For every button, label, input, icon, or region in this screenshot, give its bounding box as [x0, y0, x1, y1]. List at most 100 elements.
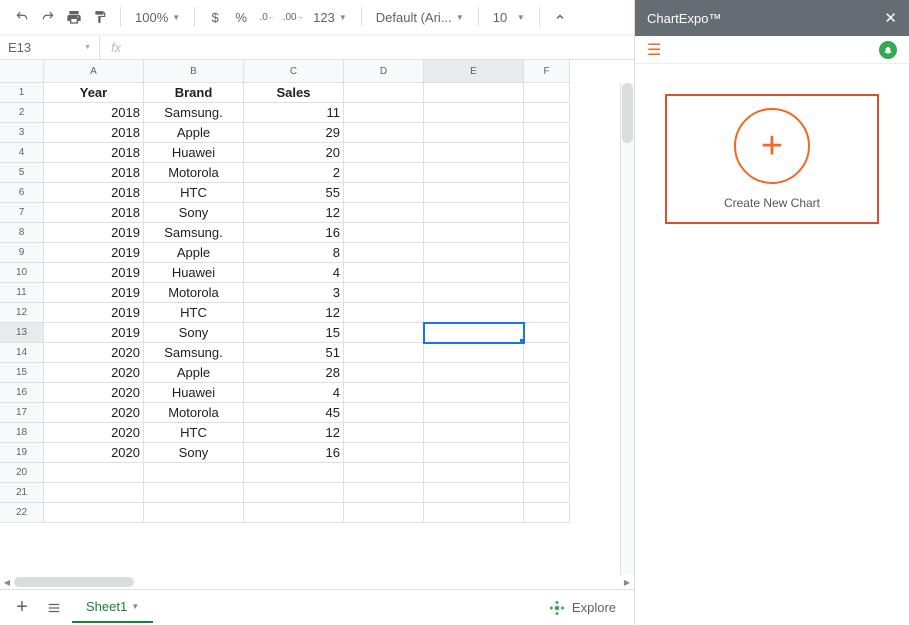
- cell-E17[interactable]: [424, 403, 524, 423]
- row-header-16[interactable]: 16: [0, 383, 44, 403]
- cell-F1[interactable]: [524, 83, 570, 103]
- cell-A4[interactable]: 2018: [44, 143, 144, 163]
- cell-C6[interactable]: 55: [244, 183, 344, 203]
- cell-A13[interactable]: 2019: [44, 323, 144, 343]
- cell-E12[interactable]: [424, 303, 524, 323]
- row-header-19[interactable]: 19: [0, 443, 44, 463]
- cell-D9[interactable]: [344, 243, 424, 263]
- cell-A19[interactable]: 2020: [44, 443, 144, 463]
- cell-A16[interactable]: 2020: [44, 383, 144, 403]
- cell-E9[interactable]: [424, 243, 524, 263]
- cell-E4[interactable]: [424, 143, 524, 163]
- cell-B5[interactable]: Motorola: [144, 163, 244, 183]
- cell-F14[interactable]: [524, 343, 570, 363]
- cell-F22[interactable]: [524, 503, 570, 523]
- cell-E15[interactable]: [424, 363, 524, 383]
- cell-E18[interactable]: [424, 423, 524, 443]
- row-header-14[interactable]: 14: [0, 343, 44, 363]
- all-sheets-button[interactable]: [40, 594, 68, 622]
- cell-E21[interactable]: [424, 483, 524, 503]
- cell-A2[interactable]: 2018: [44, 103, 144, 123]
- cell-A7[interactable]: 2018: [44, 203, 144, 223]
- cell-C11[interactable]: 3: [244, 283, 344, 303]
- row-header-11[interactable]: 11: [0, 283, 44, 303]
- cell-D5[interactable]: [344, 163, 424, 183]
- cell-C21[interactable]: [244, 483, 344, 503]
- column-header-B[interactable]: B: [144, 60, 244, 83]
- cell-E10[interactable]: [424, 263, 524, 283]
- cell-E19[interactable]: [424, 443, 524, 463]
- cell-C16[interactable]: 4: [244, 383, 344, 403]
- cell-D19[interactable]: [344, 443, 424, 463]
- cell-D4[interactable]: [344, 143, 424, 163]
- font-dropdown[interactable]: Default (Ari...▼: [370, 5, 470, 29]
- close-icon[interactable]: ✕: [884, 9, 897, 27]
- row-header-13[interactable]: 13: [0, 323, 44, 343]
- cell-B7[interactable]: Sony: [144, 203, 244, 223]
- cell-A3[interactable]: 2018: [44, 123, 144, 143]
- cell-D16[interactable]: [344, 383, 424, 403]
- cell-C20[interactable]: [244, 463, 344, 483]
- row-header-17[interactable]: 17: [0, 403, 44, 423]
- cell-E14[interactable]: [424, 343, 524, 363]
- cell-B20[interactable]: [144, 463, 244, 483]
- cell-E6[interactable]: [424, 183, 524, 203]
- row-header-12[interactable]: 12: [0, 303, 44, 323]
- print-button[interactable]: [62, 5, 86, 29]
- cell-D22[interactable]: [344, 503, 424, 523]
- cell-C13[interactable]: 15: [244, 323, 344, 343]
- cell-F15[interactable]: [524, 363, 570, 383]
- cell-D21[interactable]: [344, 483, 424, 503]
- cell-B1[interactable]: Brand: [144, 83, 244, 103]
- zoom-dropdown[interactable]: 100%▼: [129, 5, 186, 29]
- cell-F10[interactable]: [524, 263, 570, 283]
- cell-C3[interactable]: 29: [244, 123, 344, 143]
- cell-A8[interactable]: 2019: [44, 223, 144, 243]
- cell-E7[interactable]: [424, 203, 524, 223]
- cell-A12[interactable]: 2019: [44, 303, 144, 323]
- cell-C12[interactable]: 12: [244, 303, 344, 323]
- cell-C17[interactable]: 45: [244, 403, 344, 423]
- cell-C18[interactable]: 12: [244, 423, 344, 443]
- cell-C5[interactable]: 2: [244, 163, 344, 183]
- cell-D7[interactable]: [344, 203, 424, 223]
- cell-F18[interactable]: [524, 423, 570, 443]
- cell-C22[interactable]: [244, 503, 344, 523]
- cell-C10[interactable]: 4: [244, 263, 344, 283]
- cell-D14[interactable]: [344, 343, 424, 363]
- row-header-3[interactable]: 3: [0, 123, 44, 143]
- cell-A10[interactable]: 2019: [44, 263, 144, 283]
- cell-C8[interactable]: 16: [244, 223, 344, 243]
- row-header-21[interactable]: 21: [0, 483, 44, 503]
- add-sheet-button[interactable]: +: [8, 594, 36, 622]
- cell-C7[interactable]: 12: [244, 203, 344, 223]
- cell-D18[interactable]: [344, 423, 424, 443]
- row-header-15[interactable]: 15: [0, 363, 44, 383]
- cell-B10[interactable]: Huawei: [144, 263, 244, 283]
- scroll-right-arrow[interactable]: ▶: [620, 575, 634, 589]
- cell-E22[interactable]: [424, 503, 524, 523]
- cell-F20[interactable]: [524, 463, 570, 483]
- cell-F6[interactable]: [524, 183, 570, 203]
- cell-F7[interactable]: [524, 203, 570, 223]
- column-header-E[interactable]: E: [424, 60, 524, 83]
- scroll-left-arrow[interactable]: ◀: [0, 575, 14, 589]
- currency-button[interactable]: $: [203, 5, 227, 29]
- cell-B12[interactable]: HTC: [144, 303, 244, 323]
- increase-decimal-button[interactable]: .00→: [281, 5, 305, 29]
- cell-B16[interactable]: Huawei: [144, 383, 244, 403]
- cell-A20[interactable]: [44, 463, 144, 483]
- cell-B3[interactable]: Apple: [144, 123, 244, 143]
- cell-D2[interactable]: [344, 103, 424, 123]
- select-all-corner[interactable]: [0, 60, 44, 83]
- explore-button[interactable]: Explore: [538, 599, 626, 617]
- cell-F11[interactable]: [524, 283, 570, 303]
- cell-B2[interactable]: Samsung.: [144, 103, 244, 123]
- cell-F4[interactable]: [524, 143, 570, 163]
- cell-A18[interactable]: 2020: [44, 423, 144, 443]
- cell-B18[interactable]: HTC: [144, 423, 244, 443]
- row-header-6[interactable]: 6: [0, 183, 44, 203]
- row-header-22[interactable]: 22: [0, 503, 44, 523]
- cell-B6[interactable]: HTC: [144, 183, 244, 203]
- row-header-8[interactable]: 8: [0, 223, 44, 243]
